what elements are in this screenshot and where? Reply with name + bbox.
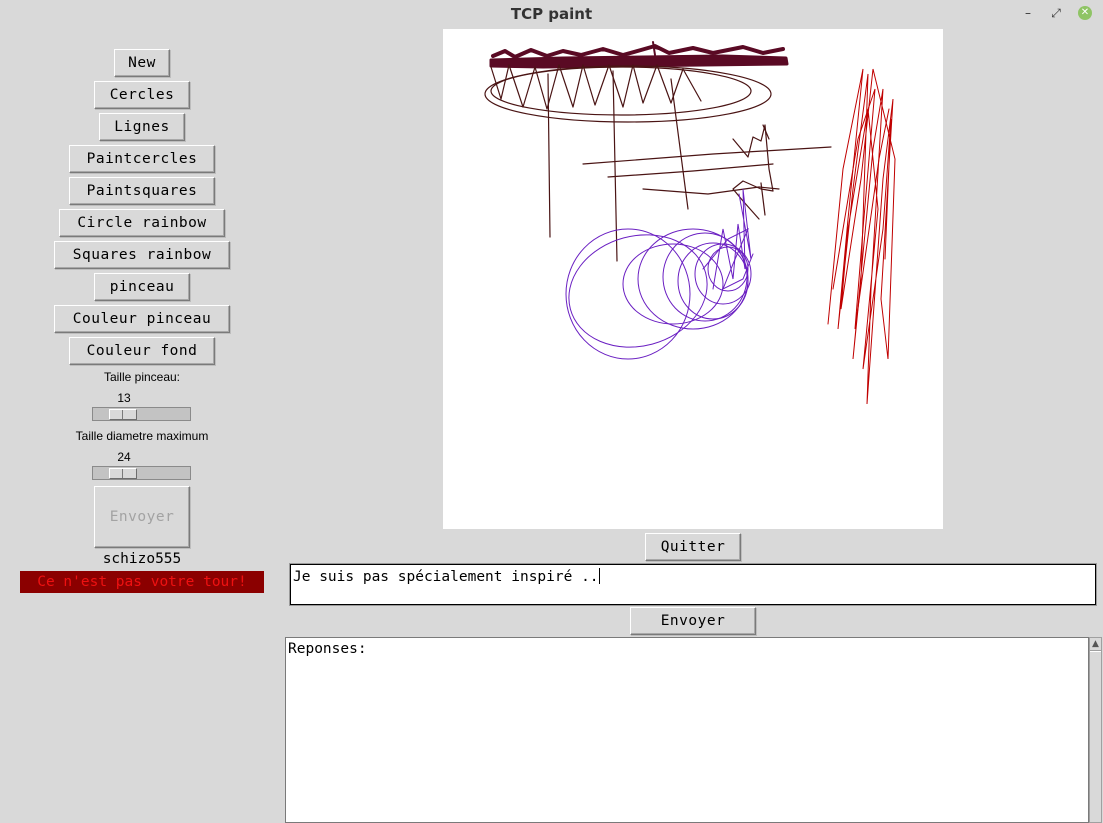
circle-rainbow-button[interactable]: Circle rainbow [59, 209, 225, 237]
max-diameter-slider-handle[interactable] [109, 468, 137, 479]
text-caret [598, 568, 600, 584]
brush-size-slider-handle[interactable] [109, 409, 137, 420]
left-send-button[interactable]: Envoyer [94, 486, 190, 548]
lignes-button[interactable]: Lignes [99, 113, 185, 141]
max-diameter-slider[interactable] [92, 466, 191, 480]
brush-size-slider[interactable] [92, 407, 191, 421]
squares-rainbow-button[interactable]: Squares rainbow [54, 241, 230, 269]
couleur-pinceau-button[interactable]: Couleur pinceau [54, 305, 230, 333]
turn-status-message: Ce n'est pas votre tour! [20, 571, 264, 593]
message-input-text: Je suis pas spécialement inspiré .. [293, 569, 599, 585]
cercles-button[interactable]: Cercles [94, 81, 190, 109]
paintcercles-button[interactable]: Paintcercles [69, 145, 215, 173]
quit-button[interactable]: Quitter [645, 533, 741, 561]
window-title: TCP paint [510, 5, 593, 23]
scrollbar-thumb[interactable] [1090, 651, 1101, 822]
maroon-band-stroke [489, 41, 789, 69]
send-button[interactable]: Envoyer [630, 607, 756, 635]
paintsquares-button[interactable]: Paintsquares [69, 177, 215, 205]
brown-sketch-strokes [484, 64, 832, 262]
couleur-fond-button[interactable]: Couleur fond [69, 337, 215, 365]
responses-area[interactable]: Reponses: [285, 637, 1089, 823]
pinceau-button[interactable]: pinceau [94, 273, 190, 301]
minimize-icon[interactable]: – [1021, 6, 1035, 20]
responses-header: Reponses: [288, 641, 367, 657]
brush-size-label: Taille pinceau: [103, 370, 181, 384]
message-input[interactable]: Je suis pas spécialement inspiré .. [289, 563, 1097, 606]
max-diameter-value: 24 [117, 450, 131, 464]
username: schizo555 [102, 551, 182, 567]
drawing-canvas[interactable] [443, 29, 943, 529]
maximize-icon[interactable]: ⤢ [1049, 6, 1063, 20]
brush-size-value: 13 [117, 391, 131, 405]
purple-scribble-strokes [565, 188, 754, 360]
new-button[interactable]: New [114, 49, 170, 77]
drawing-strokes [484, 41, 896, 405]
red-scribble-strokes [827, 68, 896, 405]
scroll-up-icon[interactable]: ▲ [1090, 638, 1101, 651]
close-icon[interactable]: ✕ [1078, 6, 1092, 20]
responses-scrollbar[interactable]: ▲ [1089, 637, 1102, 823]
window-titlebar: TCP paint – ⤢ ✕ [0, 0, 1103, 28]
max-diameter-label: Taille diametre maximum [75, 429, 209, 443]
